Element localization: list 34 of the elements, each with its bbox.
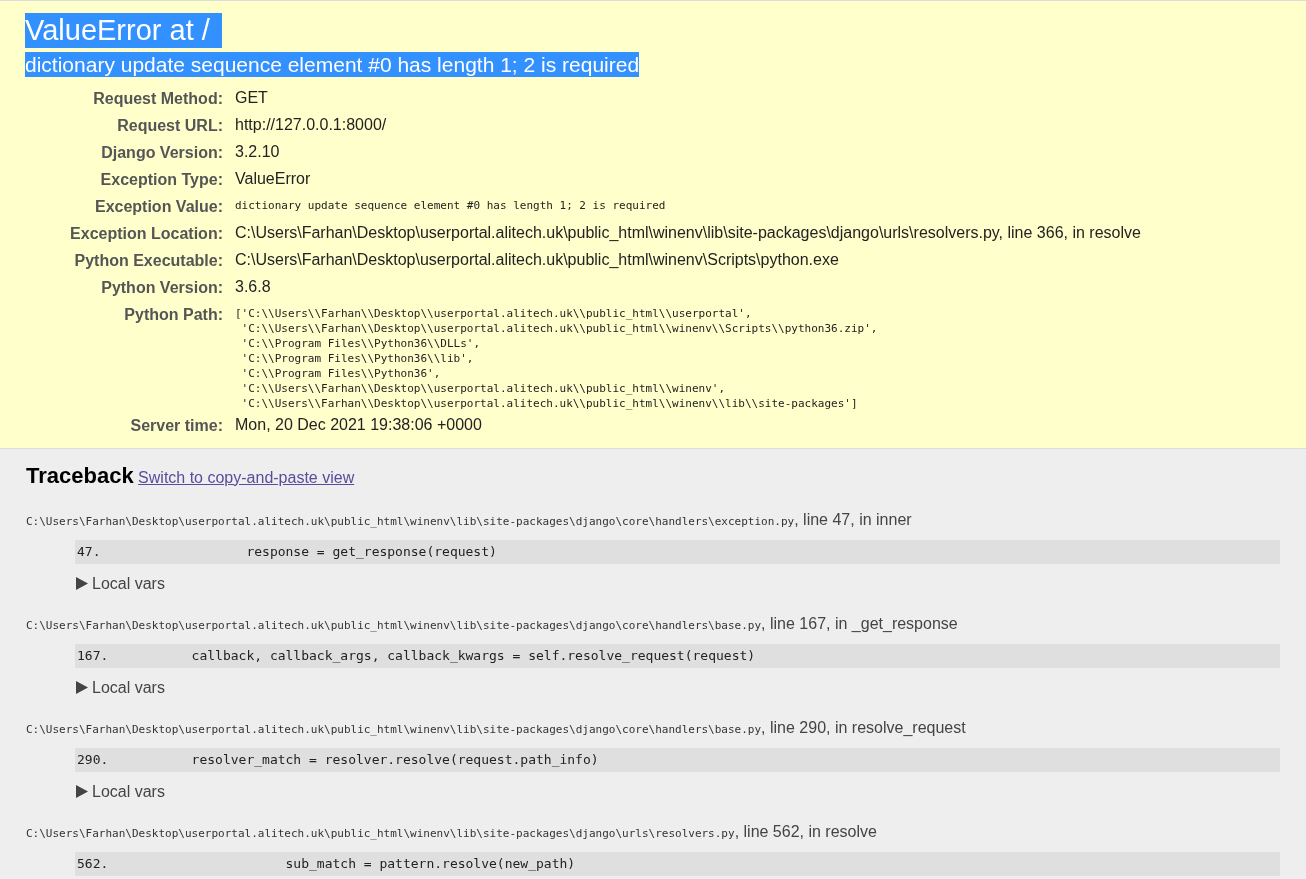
field-label: Exception Location: (69, 224, 223, 244)
copy-paste-view-link[interactable]: Switch to copy-and-paste view (138, 469, 355, 486)
field-value: 3.2.10 (235, 142, 281, 162)
field-value: GET (235, 88, 269, 108)
local-vars-toggle[interactable]: Local vars (92, 574, 165, 594)
field-value: Mon, 20 Dec 2021 19:38:06 +0000 (235, 415, 483, 435)
field-label: Python Version: (100, 278, 223, 298)
error-title: ValueError at / (25, 13, 222, 48)
field-value: ValueError (235, 169, 312, 189)
local-vars-toggle[interactable]: Local vars (92, 678, 165, 698)
field-label: Exception Value: (93, 197, 223, 217)
field-label: Django Version: (100, 143, 223, 163)
frame-location: C:\Users\Farhan\Desktop\userportal.alitech.uk\public_html\winenv\lib\site-packages\django\core\handlers\exception.py, line 47, in inner (26, 510, 913, 530)
caret-right-icon[interactable] (76, 681, 88, 695)
field-label: Python Path: (123, 305, 223, 325)
frame-location: C:\Users\Farhan\Desktop\userportal.alitech.uk\public_html\winenv\lib\site-packages\django\core\handlers\base.py, line 290, in resolve_request (26, 718, 967, 738)
field-label: Request Method: (92, 89, 223, 109)
field-value: C:\Users\Farhan\Desktop\userportal.alitech.uk\public_html\winenv\lib\site-packages\django\urls\resolvers.py, line 366, in resolve (235, 223, 1142, 243)
traceback-heading: Traceback (26, 463, 134, 488)
field-value: 3.6.8 (235, 277, 272, 297)
field-value: http://127.0.0.1:8000/ (235, 115, 388, 135)
field-label: Server time: (129, 416, 223, 436)
error-message: dictionary update sequence element #0 has length 1; 2 is required (25, 51, 640, 77)
field-value: dictionary update sequence element #0 has length 1; 2 is required (235, 198, 667, 214)
caret-right-icon[interactable] (76, 577, 88, 591)
local-vars-toggle[interactable]: Local vars (92, 782, 165, 802)
field-label: Python Executable: (73, 251, 223, 271)
field-label: Request URL: (116, 116, 223, 136)
field-value: C:\Users\Farhan\Desktop\userportal.alitech.uk\public_html\winenv\Scripts\python.exe (235, 250, 840, 270)
field-value: ['C:\\Users\\Farhan\\Desktop\\userportal.alitech.uk\\public_html\\userportal', 'C:\\Users\\Farhan\\Desktop\\userportal.alitech.uk\\public_html\\winenv\\Scripts\\python36.zip', 'C:\\Program Files\\Python36\\DLLs', 'C:\\Program Files\\Python36\\lib', 'C:\\Program Files\\Python36', 'C:\\Users\\Farhan\\Desktop\\userportal.alitech.uk\\public_html\\winenv', 'C:\\Users\\Farhan\\Desktop\\userportal.alitech.uk\\public_html\\winenv\\lib\\site-packages'] (235, 306, 879, 411)
caret-right-icon[interactable] (76, 785, 88, 799)
frame-location: C:\Users\Farhan\Desktop\userportal.alitech.uk\public_html\winenv\lib\site-packages\django\urls\resolvers.py, line 562, in resolve (26, 822, 878, 842)
field-label: Exception Type: (99, 170, 223, 190)
frame-location: C:\Users\Farhan\Desktop\userportal.alitech.uk\public_html\winenv\lib\site-packages\django\core\handlers\base.py, line 167, in _get_response (26, 614, 959, 634)
